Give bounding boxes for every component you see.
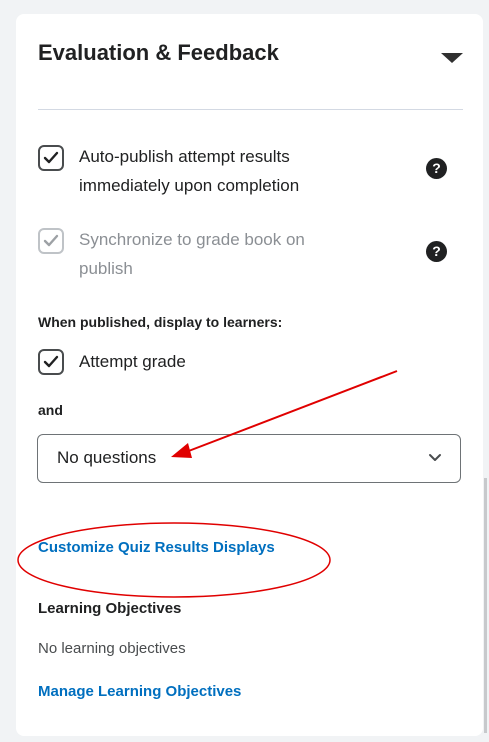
sync-gradebook-checkbox[interactable] xyxy=(38,228,64,254)
caret-down-icon[interactable] xyxy=(441,53,463,63)
learning-objectives-heading: Learning Objectives xyxy=(38,600,182,617)
attempt-grade-checkbox[interactable] xyxy=(38,349,64,375)
help-icon[interactable]: ? xyxy=(426,241,447,262)
sync-gradebook-label-line1: Synchronize to grade book on xyxy=(79,230,305,249)
chevron-down-icon xyxy=(429,454,441,461)
help-icon[interactable]: ? xyxy=(426,158,447,179)
auto-publish-checkbox[interactable] xyxy=(38,145,64,171)
auto-publish-label-line2: immediately upon completion xyxy=(79,176,300,195)
checkmark-icon xyxy=(43,234,59,247)
divider xyxy=(38,109,463,110)
questions-select-value: No questions xyxy=(57,448,157,467)
attempt-grade-label: Attempt grade xyxy=(79,352,186,371)
sync-gradebook-label: Synchronize to grade book on publish xyxy=(79,225,305,283)
auto-publish-label-line1: Auto-publish attempt results xyxy=(79,147,290,166)
display-heading: When published, display to learners: xyxy=(38,314,283,330)
section-title: Evaluation & Feedback xyxy=(38,40,279,65)
manage-objectives-link[interactable]: Manage Learning Objectives xyxy=(38,683,241,700)
and-label: and xyxy=(38,402,63,418)
checkmark-icon xyxy=(43,151,59,164)
sync-gradebook-label-line2: publish xyxy=(79,259,133,278)
no-objectives-text: No learning objectives xyxy=(38,640,186,657)
scrollbar[interactable] xyxy=(484,478,487,733)
customize-results-link[interactable]: Customize Quiz Results Displays xyxy=(38,539,275,556)
questions-display-select[interactable]: No questions xyxy=(37,434,461,483)
checkmark-icon xyxy=(43,355,59,368)
evaluation-feedback-panel: Evaluation & Feedback Auto-publish attem… xyxy=(16,14,483,736)
auto-publish-label: Auto-publish attempt results immediately… xyxy=(79,142,299,200)
